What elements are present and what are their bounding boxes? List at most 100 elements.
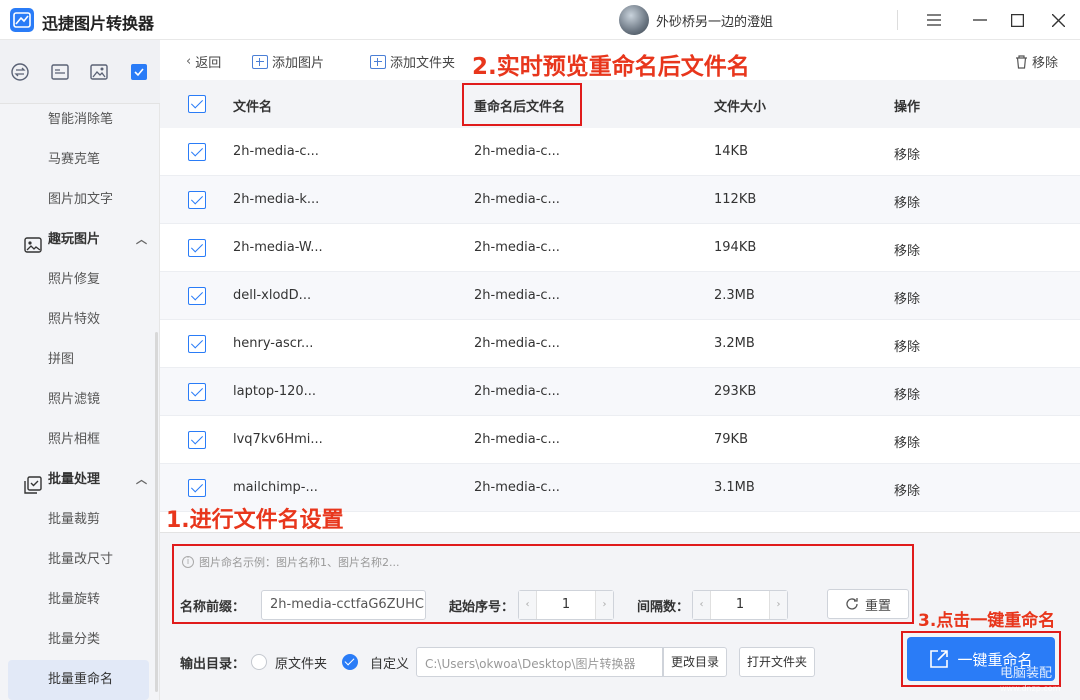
sidebar-group-batch-label: 批量处理 bbox=[48, 472, 101, 487]
sidebar-item-smart-eraser[interactable]: 智能消除笔 bbox=[0, 100, 160, 140]
cell-filename: 2h-media-c... bbox=[233, 144, 319, 159]
cell-size: 3.1MB bbox=[714, 480, 755, 495]
user-name[interactable]: 外砂桥另一边的澄姐 bbox=[656, 11, 773, 30]
cell-filename: henry-ascr... bbox=[233, 336, 314, 351]
change-dir-button[interactable]: 更改目录 bbox=[663, 647, 727, 677]
sidebar-item-batch-resize[interactable]: 批量改尺寸 bbox=[0, 540, 160, 580]
convert-icon[interactable] bbox=[10, 62, 30, 82]
title-bar: 迅捷图片转换器 外砂桥另一边的澄姐 bbox=[0, 0, 1080, 40]
compress-icon[interactable] bbox=[50, 62, 70, 82]
row-checkbox[interactable] bbox=[188, 239, 206, 257]
cell-size: 14KB bbox=[714, 144, 748, 159]
cell-renamed: 2h-media-c... bbox=[474, 480, 560, 495]
row-remove-link[interactable]: 移除 bbox=[894, 240, 920, 259]
annotation-box-settings bbox=[172, 544, 914, 624]
radio-original-folder[interactable] bbox=[251, 654, 267, 670]
cell-size: 3.2MB bbox=[714, 336, 755, 351]
table-row[interactable]: lvq7kv6Hmi... 2h-media-c... 79KB 移除 bbox=[160, 416, 1080, 464]
row-remove-link[interactable]: 移除 bbox=[894, 432, 920, 451]
add-image-button[interactable]: 添加图片 bbox=[252, 52, 324, 71]
sidebar-scrollbar[interactable] bbox=[155, 332, 158, 692]
cell-renamed: 2h-media-c... bbox=[474, 240, 560, 255]
row-remove-link[interactable]: 移除 bbox=[894, 336, 920, 355]
row-checkbox[interactable] bbox=[188, 335, 206, 353]
sidebar-item-batch-rotate[interactable]: 批量旋转 bbox=[0, 580, 160, 620]
table-row[interactable]: dell-xlodD... 2h-media-c... 2.3MB 移除 bbox=[160, 272, 1080, 320]
open-folder-button[interactable]: 打开文件夹 bbox=[739, 647, 815, 677]
batch-icon[interactable] bbox=[129, 62, 149, 82]
row-checkbox[interactable] bbox=[188, 143, 206, 161]
radio-original-folder-label[interactable]: 原文件夹 bbox=[275, 653, 327, 672]
app-title: 迅捷图片转换器 bbox=[42, 14, 155, 33]
header-action: 操作 bbox=[894, 100, 921, 115]
sidebar-group-fun[interactable]: 趣玩图片 ︿ bbox=[0, 220, 160, 260]
radio-custom-folder-label[interactable]: 自定义 bbox=[370, 653, 409, 672]
sidebar-item-photo-frame[interactable]: 照片相框 bbox=[0, 420, 160, 460]
row-checkbox[interactable] bbox=[188, 383, 206, 401]
add-folder-label: 添加文件夹 bbox=[390, 56, 456, 71]
header-size[interactable]: 文件大小 bbox=[714, 96, 766, 115]
menu-icon[interactable] bbox=[922, 8, 946, 32]
add-image-label: 添加图片 bbox=[272, 56, 325, 71]
sidebar: 智能消除笔 马赛克笔 图片加文字 趣玩图片 ︿ 照片修复 照片特效 拼图 照片滤… bbox=[0, 40, 160, 700]
annotation-step3: 3.点击一键重命名 bbox=[918, 611, 1056, 631]
add-folder-button[interactable]: 添加文件夹 bbox=[370, 52, 455, 71]
row-checkbox[interactable] bbox=[188, 287, 206, 305]
app-logo-icon bbox=[10, 8, 34, 32]
table-row[interactable]: laptop-120... 2h-media-c... 293KB 移除 bbox=[160, 368, 1080, 416]
table-row[interactable]: 2h-media-k... 2h-media-c... 112KB 移除 bbox=[160, 176, 1080, 224]
table-row[interactable]: 2h-media-W... 2h-media-c... 194KB 移除 bbox=[160, 224, 1080, 272]
cell-filename: dell-xlodD... bbox=[233, 288, 312, 303]
sidebar-item-collage[interactable]: 拼图 bbox=[0, 340, 160, 380]
row-checkbox[interactable] bbox=[188, 191, 206, 209]
annotation-step1: 1.进行文件名设置 bbox=[166, 508, 344, 533]
close-icon[interactable] bbox=[1046, 8, 1070, 32]
sidebar-item-mosaic[interactable]: 马赛克笔 bbox=[0, 140, 160, 180]
add-image-icon bbox=[252, 54, 268, 69]
sidebar-item-photo-filter[interactable]: 照片滤镜 bbox=[0, 380, 160, 420]
user-avatar[interactable] bbox=[619, 5, 649, 35]
cell-renamed: 2h-media-c... bbox=[474, 288, 560, 303]
cell-renamed: 2h-media-c... bbox=[474, 336, 560, 351]
sidebar-item-batch-crop[interactable]: 批量裁剪 bbox=[0, 500, 160, 540]
row-checkbox[interactable] bbox=[188, 431, 206, 449]
back-label: 返回 bbox=[195, 56, 222, 71]
cell-renamed: 2h-media-c... bbox=[474, 432, 560, 447]
chevron-left-icon: ‹ bbox=[186, 54, 192, 69]
sidebar-item-batch-classify[interactable]: 批量分类 bbox=[0, 620, 160, 660]
cell-size: 79KB bbox=[714, 432, 748, 447]
header-filename[interactable]: 文件名 bbox=[233, 96, 272, 115]
cell-renamed: 2h-media-c... bbox=[474, 384, 560, 399]
sidebar-item-photo-repair[interactable]: 照片修复 bbox=[0, 260, 160, 300]
row-remove-link[interactable]: 移除 bbox=[894, 144, 920, 163]
row-remove-link[interactable]: 移除 bbox=[894, 192, 920, 211]
image-edit-icon[interactable] bbox=[89, 62, 109, 82]
select-all-checkbox[interactable] bbox=[188, 95, 206, 113]
cell-filename: 2h-media-W... bbox=[233, 240, 323, 255]
cell-filename: 2h-media-k... bbox=[233, 192, 320, 207]
titlebar-divider bbox=[897, 10, 898, 30]
maximize-icon[interactable] bbox=[1005, 8, 1029, 32]
sidebar-item-photo-effects[interactable]: 照片特效 bbox=[0, 300, 160, 340]
cell-renamed: 2h-media-c... bbox=[474, 144, 560, 159]
sidebar-item-batch-rename[interactable]: 批量重命名 bbox=[8, 660, 149, 700]
minimize-icon[interactable] bbox=[968, 8, 992, 32]
cell-size: 194KB bbox=[714, 240, 757, 255]
row-remove-link[interactable]: 移除 bbox=[894, 288, 920, 307]
back-button[interactable]: ‹ 返回 bbox=[186, 52, 221, 71]
row-checkbox[interactable] bbox=[188, 479, 206, 497]
annotation-box-renamed-column bbox=[462, 83, 582, 126]
output-path-input[interactable]: C:\Users\okwoa\Desktop\图片转换器 bbox=[416, 647, 663, 677]
table-row[interactable]: 2h-media-c... 2h-media-c... 14KB 移除 bbox=[160, 128, 1080, 176]
table-row[interactable]: henry-ascr... 2h-media-c... 3.2MB 移除 bbox=[160, 320, 1080, 368]
sidebar-group-batch[interactable]: 批量处理 ︿ bbox=[0, 460, 160, 500]
radio-custom-folder[interactable] bbox=[342, 654, 358, 670]
row-remove-link[interactable]: 移除 bbox=[894, 384, 920, 403]
cell-size: 293KB bbox=[714, 384, 757, 399]
watermark: 电脑装配 bbox=[1000, 666, 1053, 681]
table-header: 文件名 重命名后文件名 文件大小 操作 bbox=[160, 80, 1080, 128]
remove-all-button[interactable]: 移除 bbox=[1015, 52, 1058, 71]
sidebar-item-add-text[interactable]: 图片加文字 bbox=[0, 180, 160, 220]
row-remove-link[interactable]: 移除 bbox=[894, 480, 920, 499]
chevron-up-icon: ︿ bbox=[136, 473, 147, 486]
